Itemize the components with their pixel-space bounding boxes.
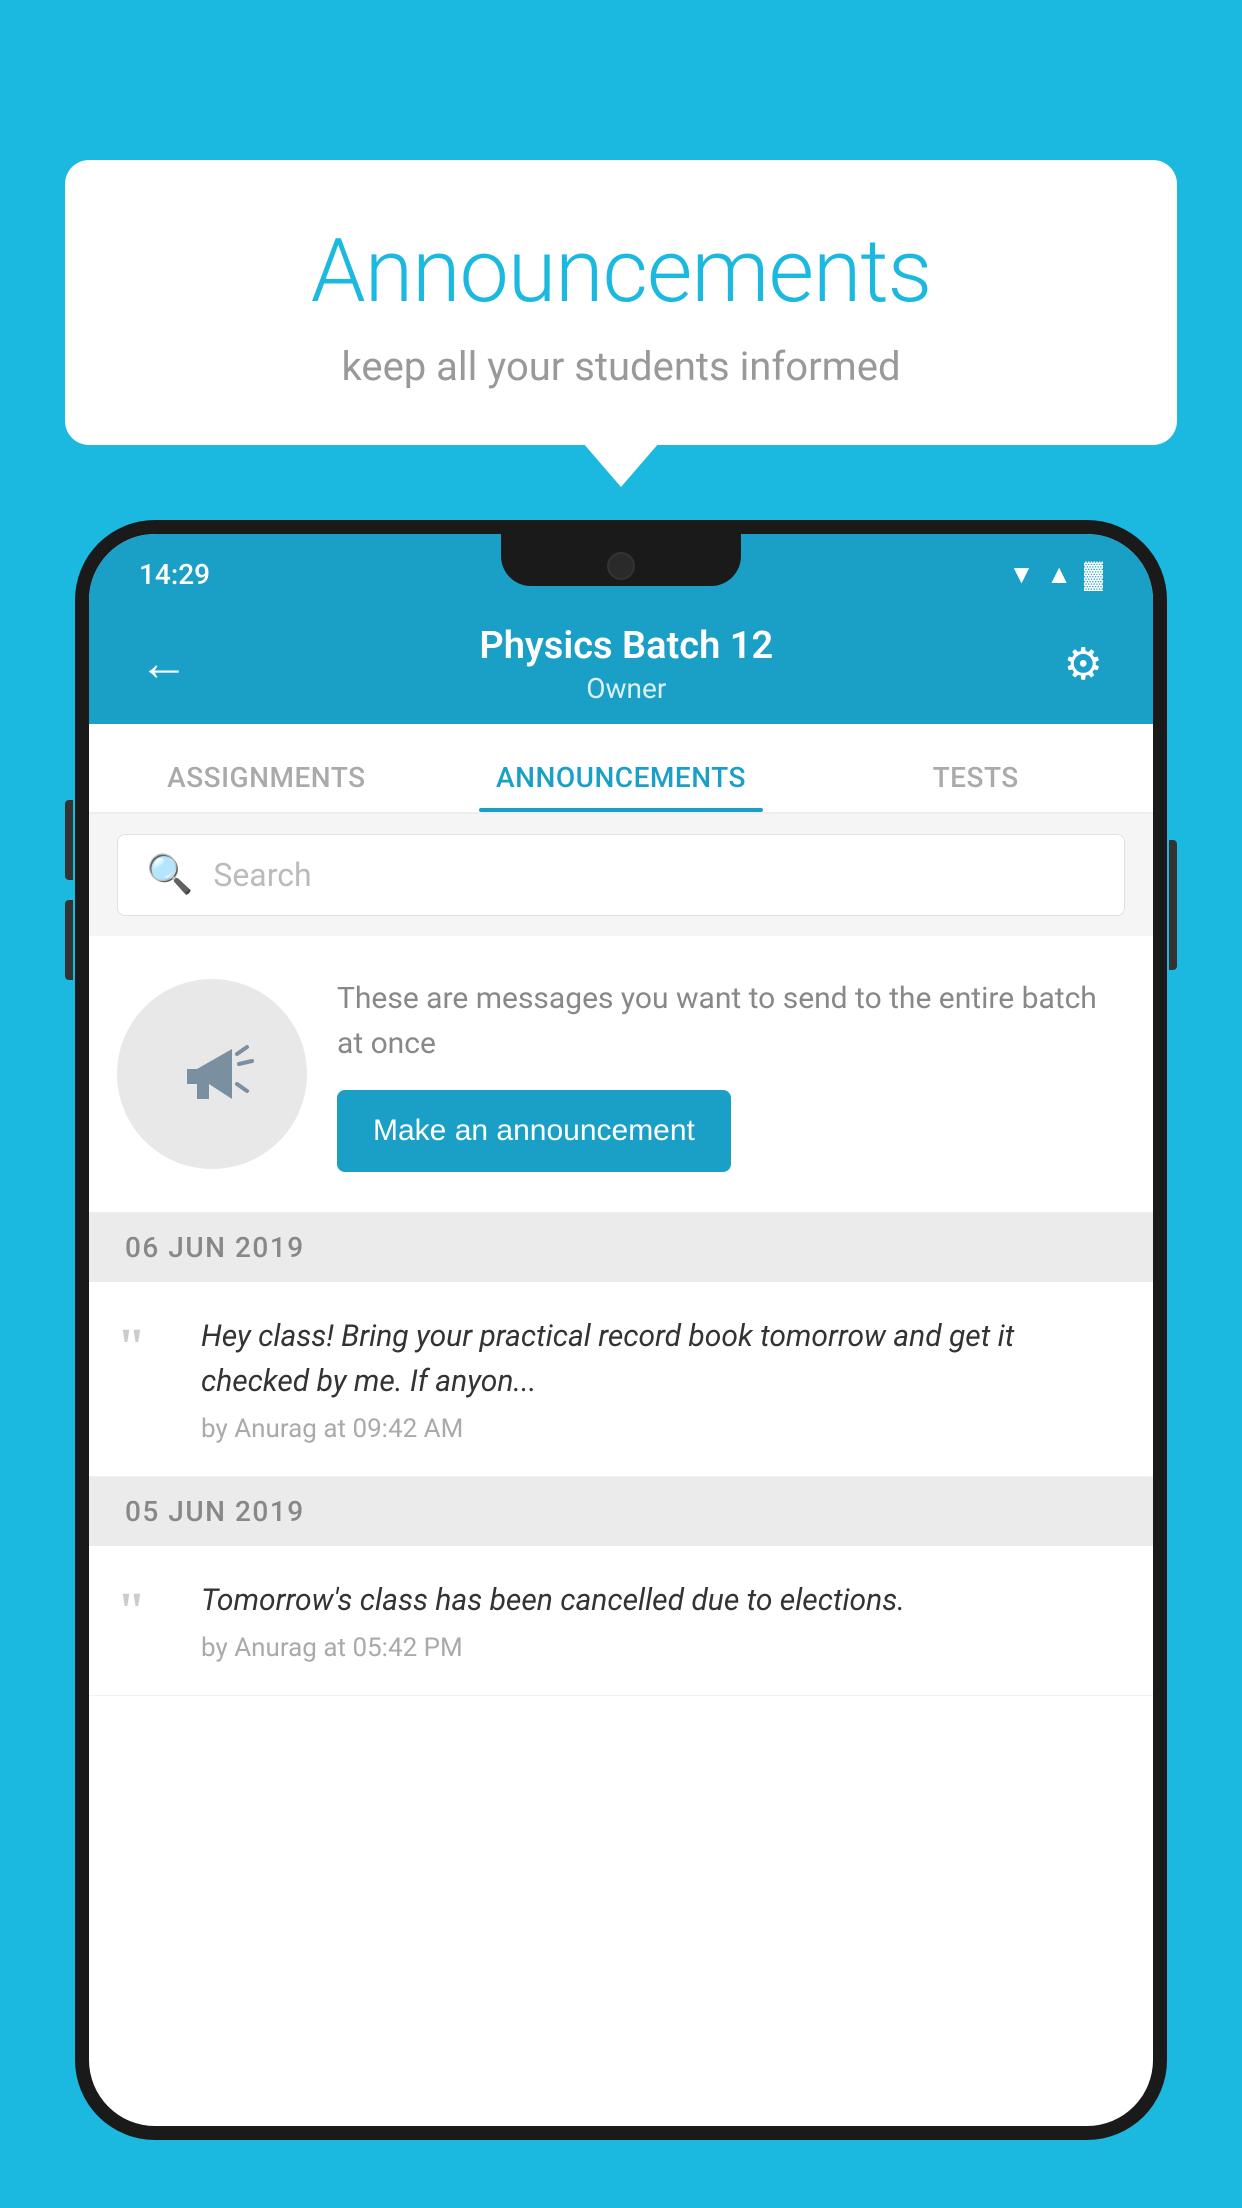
tab-tests[interactable]: TESTS: [798, 761, 1153, 812]
power-button: [1169, 840, 1177, 970]
tab-assignments[interactable]: ASSIGNMENTS: [89, 761, 444, 812]
quote-icon-1: ": [117, 1314, 177, 1374]
announcement-cta-description: These are messages you want to send to t…: [337, 976, 1125, 1066]
volume-up-button: [65, 800, 73, 880]
phone-mockup: 14:29 ▼ ▲ ▓ ← Physics Batch 12 Owner ⚙: [75, 520, 1167, 2208]
phone-screen: 14:29 ▼ ▲ ▓ ← Physics Batch 12 Owner ⚙: [89, 534, 1153, 2126]
wifi-icon: ▼: [1009, 559, 1035, 590]
date-separator-1: 06 JUN 2019: [89, 1213, 1153, 1282]
volume-down-button: [65, 900, 73, 980]
quote-icon-2: ": [117, 1578, 177, 1638]
batch-role: Owner: [199, 672, 1054, 705]
announcement-cta-section: These are messages you want to send to t…: [89, 936, 1153, 1213]
phone-notch: [501, 534, 741, 586]
status-time: 14:29: [139, 558, 210, 591]
announcement-content-2: Tomorrow's class has been cancelled due …: [201, 1578, 1125, 1663]
battery-icon: ▓: [1084, 559, 1103, 590]
settings-icon[interactable]: ⚙: [1054, 628, 1113, 700]
announcement-meta-1: by Anurag at 09:42 AM: [201, 1414, 1125, 1444]
app-bar-title-container: Physics Batch 12 Owner: [199, 624, 1054, 705]
announcement-megaphone-icon: [117, 979, 307, 1169]
make-announcement-button[interactable]: Make an announcement: [337, 1090, 731, 1172]
announcement-item-1[interactable]: " Hey class! Bring your practical record…: [89, 1282, 1153, 1477]
announcement-text-2: Tomorrow's class has been cancelled due …: [201, 1578, 1125, 1623]
announcement-text-1: Hey class! Bring your practical record b…: [201, 1314, 1125, 1404]
phone-outer: 14:29 ▼ ▲ ▓ ← Physics Batch 12 Owner ⚙: [75, 520, 1167, 2140]
tab-announcements[interactable]: ANNOUNCEMENTS: [444, 761, 799, 812]
announcement-content-1: Hey class! Bring your practical record b…: [201, 1314, 1125, 1444]
announcement-cta-right: These are messages you want to send to t…: [337, 976, 1125, 1172]
announcement-meta-2: by Anurag at 05:42 PM: [201, 1633, 1125, 1663]
back-button[interactable]: ←: [129, 629, 199, 699]
batch-title: Physics Batch 12: [199, 624, 1054, 668]
date-separator-2: 05 JUN 2019: [89, 1477, 1153, 1546]
status-icons: ▼ ▲ ▓: [1009, 559, 1103, 590]
page-subtitle: keep all your students informed: [105, 343, 1137, 390]
front-camera: [607, 552, 635, 580]
search-icon: 🔍: [146, 853, 193, 897]
app-bar: ← Physics Batch 12 Owner ⚙: [89, 604, 1153, 724]
tab-bar: ASSIGNMENTS ANNOUNCEMENTS TESTS: [89, 724, 1153, 814]
speech-bubble-card: Announcements keep all your students inf…: [65, 160, 1177, 445]
signal-icon: ▲: [1046, 559, 1072, 590]
search-bar[interactable]: 🔍 Search: [117, 834, 1125, 916]
announcement-item-2[interactable]: " Tomorrow's class has been cancelled du…: [89, 1546, 1153, 1696]
page-title: Announcements: [105, 220, 1137, 323]
search-container: 🔍 Search: [89, 814, 1153, 936]
search-placeholder: Search: [213, 856, 311, 894]
speech-bubble: Announcements keep all your students inf…: [65, 160, 1177, 445]
